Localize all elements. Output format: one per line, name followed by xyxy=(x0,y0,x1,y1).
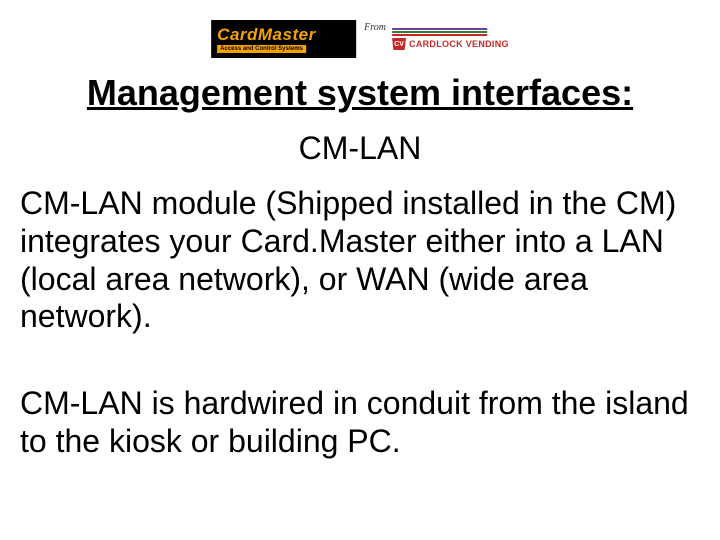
cardmaster-logo: CardMaster Access and Control Systems xyxy=(211,20,356,58)
cardlock-stripes-icon xyxy=(392,28,509,36)
cardmaster-logo-text: CardMaster xyxy=(217,26,350,43)
cardlock-line: CV CARDLOCK VENDING xyxy=(392,38,509,50)
cardlock-logo: CV CARDLOCK VENDING xyxy=(392,20,509,58)
slide: CardMaster Access and Control Systems Fr… xyxy=(0,0,720,540)
slide-title: Management system interfaces: xyxy=(0,72,720,114)
logo-bar: CardMaster Access and Control Systems Fr… xyxy=(211,20,509,58)
slide-subtitle: CM-LAN xyxy=(0,130,720,167)
cardmaster-logo-tagline: Access and Control Systems xyxy=(217,45,306,53)
paragraph-2: CM-LAN is hardwired in conduit from the … xyxy=(20,385,700,461)
cardlock-cv-icon: CV xyxy=(392,38,406,50)
cardlock-logo-text: CARDLOCK VENDING xyxy=(409,39,509,49)
from-label: From xyxy=(364,22,386,33)
paragraph-1: CM-LAN module (Shipped installed in the … xyxy=(20,185,700,336)
